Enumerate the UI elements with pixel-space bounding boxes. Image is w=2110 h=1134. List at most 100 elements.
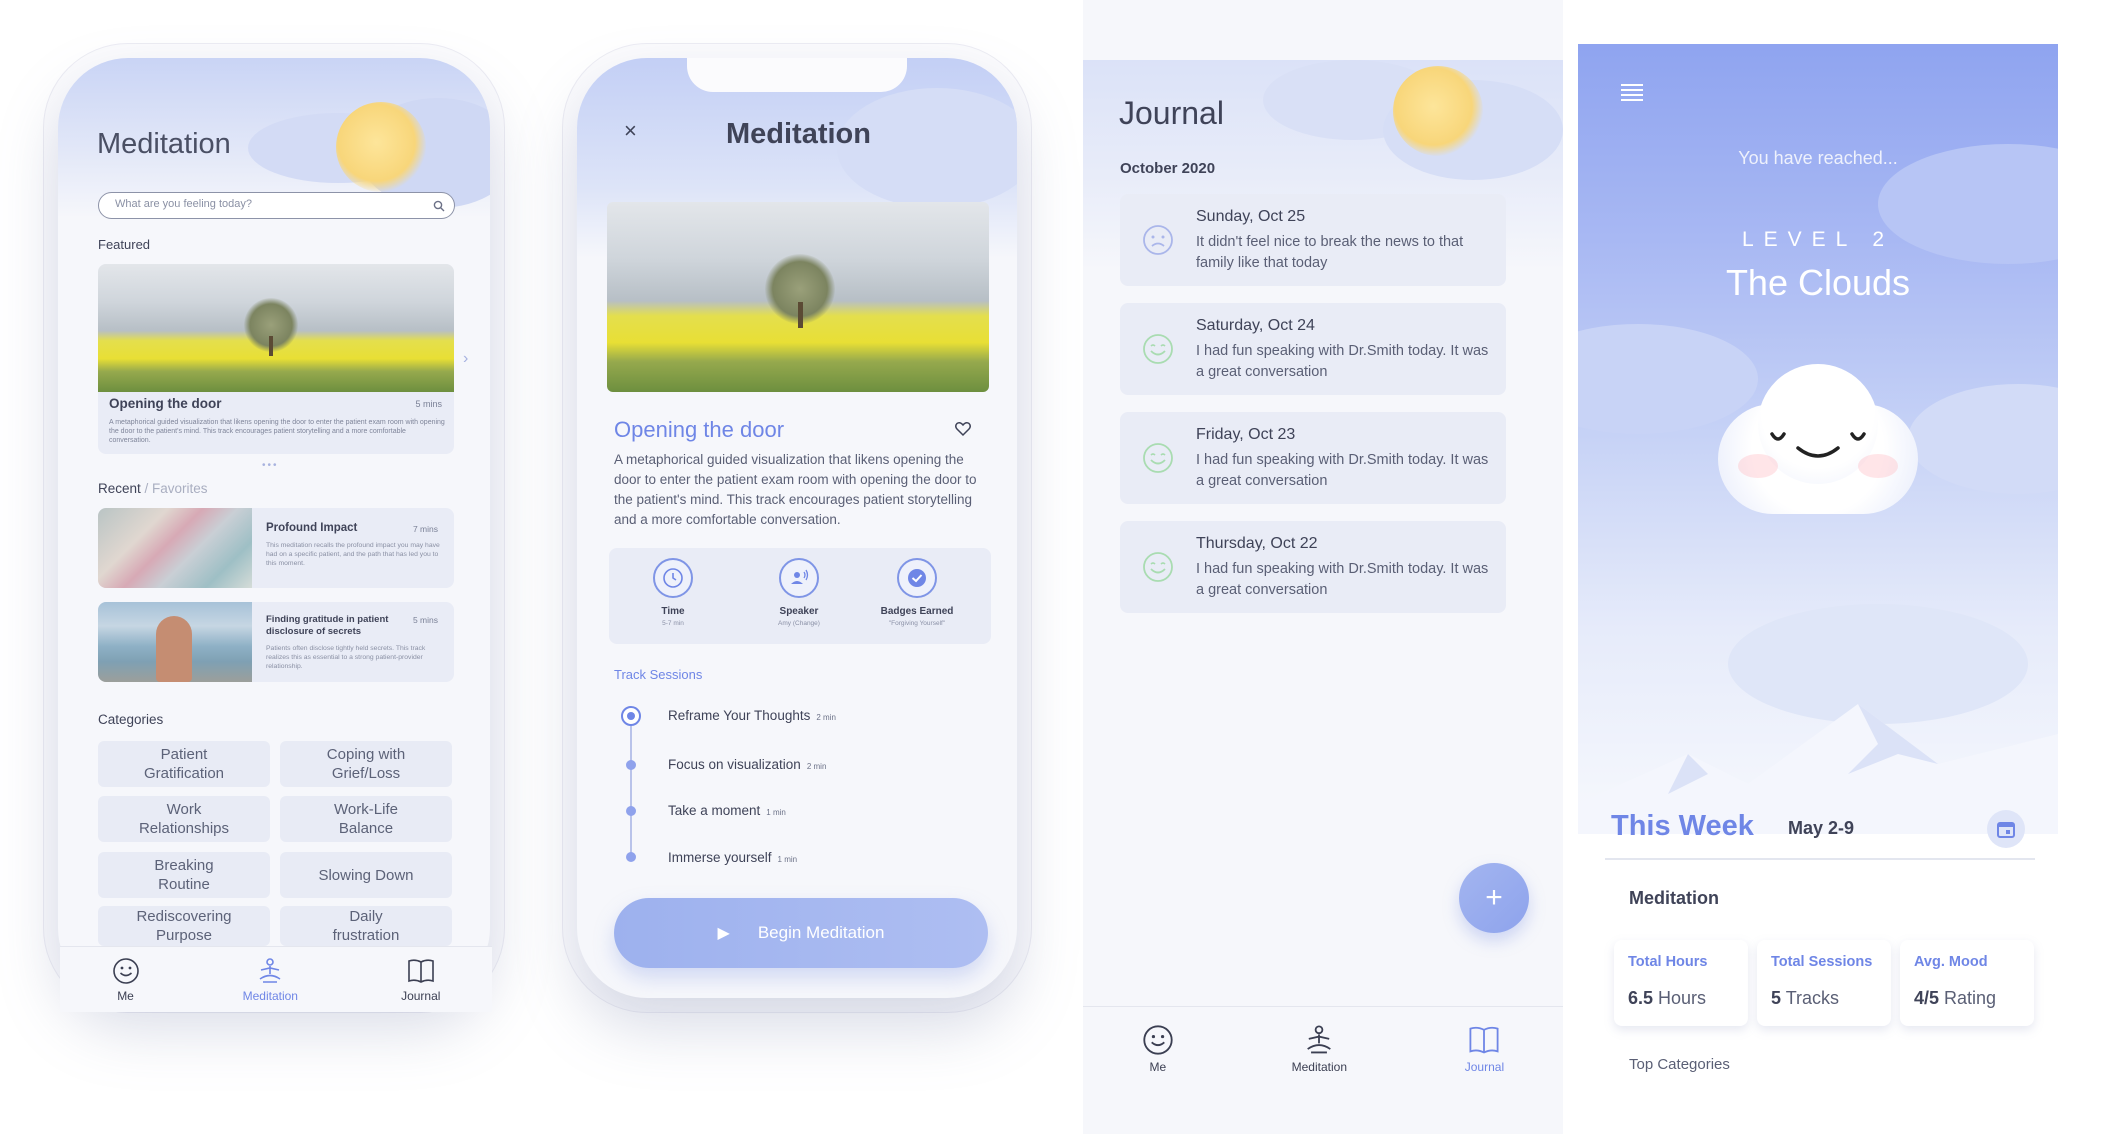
recent-description: This meditation recalls the profound imp…	[266, 542, 440, 567]
journal-entry[interactable]: Saturday, Oct 24 I had fun speaking with…	[1120, 303, 1506, 395]
feature-label: Time	[661, 606, 685, 617]
entry-text: It didn't feel nice to break the news to…	[1196, 234, 1464, 271]
nav-journal[interactable]: Journal	[401, 957, 440, 1003]
session-item[interactable]: Focus on visualization 2 min	[668, 757, 826, 772]
calendar-button[interactable]	[1987, 810, 2025, 848]
journal-entry[interactable]: Friday, Oct 23 I had fun speaking with D…	[1120, 412, 1506, 504]
session-duration: 2 min	[806, 762, 827, 771]
add-entry-button[interactable]: +	[1459, 863, 1529, 933]
happy-face-icon	[1143, 334, 1173, 364]
featured-description: A metaphorical guided visualization that…	[109, 419, 445, 444]
nav-label: Meditation	[1291, 1059, 1347, 1074]
session-name: Reframe Your Thoughts	[668, 708, 811, 723]
nav-label: Me	[117, 988, 134, 1003]
entry-date: Thursday, Oct 22	[1196, 535, 1318, 552]
smiley-icon	[112, 957, 139, 984]
speaker-icon	[791, 569, 809, 584]
featured-duration: 5 mins	[415, 399, 442, 409]
featured-image	[98, 264, 454, 392]
sun-illustration	[336, 102, 426, 192]
nav-label: Me	[1149, 1059, 1167, 1074]
search-placeholder: What are you feeling today?	[115, 198, 252, 210]
journal-entry[interactable]: Thursday, Oct 22 I had fun speaking with…	[1120, 521, 1506, 613]
recent-title: Finding gratitude in patient disclosure …	[266, 614, 389, 637]
category-button[interactable]: Daily frustration	[280, 906, 452, 946]
nav-journal[interactable]: Journal	[1465, 1024, 1504, 1074]
nav-me[interactable]: Me	[112, 957, 140, 1003]
close-icon[interactable]: ×	[624, 118, 637, 144]
search-input[interactable]: What are you feeling today?	[98, 192, 455, 219]
book-icon	[1469, 1026, 1499, 1053]
heart-icon[interactable]	[954, 420, 972, 438]
menu-icon[interactable]	[1621, 84, 1643, 102]
session-current-marker	[621, 706, 641, 726]
book-icon	[407, 958, 434, 983]
nav-label: Meditation	[242, 988, 298, 1003]
recent-tab[interactable]: Recent	[98, 481, 141, 496]
nav-meditation[interactable]: Meditation	[243, 957, 298, 1003]
category-button[interactable]: Rediscovering Purpose	[98, 906, 270, 946]
play-icon: ▶	[717, 925, 730, 942]
list-item[interactable]: Finding gratitude in patient disclosure …	[98, 602, 454, 682]
recent-thumbnail	[98, 508, 252, 588]
stat-card: Avg. Mood 4/5 Rating	[1900, 940, 2034, 1026]
category-button[interactable]: Work-Life Balance	[280, 796, 452, 842]
feature-badges: Badges Earned "Forgiving Yourself"	[867, 558, 967, 627]
happy-face-icon	[1143, 443, 1173, 473]
search-icon[interactable]	[433, 200, 445, 212]
recent-thumbnail	[98, 602, 252, 682]
list-item[interactable]: Profound Impact 7 mins This meditation r…	[98, 508, 454, 588]
session-item[interactable]: Reframe Your Thoughts 2 min	[668, 708, 836, 723]
level-name: The Clouds	[1725, 262, 1911, 303]
stat-value: 5 Tracks	[1771, 988, 1840, 1008]
category-button[interactable]: Coping with Grief/Loss	[280, 741, 452, 787]
feature-speaker[interactable]: Speaker Amy (Change)	[749, 558, 849, 627]
cloud-mascot	[1698, 354, 1938, 524]
favorites-tab[interactable]: / Favorites	[141, 481, 208, 496]
sad-face-icon	[1143, 225, 1173, 255]
category-button[interactable]: Work Relationships	[98, 796, 270, 842]
sessions-heading: Track Sessions	[614, 667, 703, 682]
calendar-icon	[1997, 822, 2015, 838]
bottom-nav: Me Meditation Journal	[60, 946, 492, 1012]
recent-heading: Recent / Favorites	[98, 481, 208, 496]
meditation-icon	[1307, 1024, 1332, 1053]
level-number: LEVEL 2	[1741, 228, 1895, 251]
mountains-illustration	[1578, 704, 2058, 834]
begin-meditation-button[interactable]: ▶ Begin Meditation	[614, 898, 988, 968]
stat-card: Total Hours 6.5 Hours	[1614, 940, 1748, 1026]
plus-icon: +	[1485, 881, 1503, 914]
smiley-icon	[1143, 1024, 1173, 1055]
clock-icon	[663, 568, 683, 588]
track-features: Time 5-7 min Speaker Amy (Change) Badges…	[609, 548, 991, 644]
session-item[interactable]: Immerse yourself 1 min	[668, 850, 797, 865]
reached-text: You have reached...	[1738, 148, 1898, 168]
session-marker	[626, 852, 636, 862]
session-name: Immerse yourself	[668, 850, 772, 865]
nav-me[interactable]: Me	[1142, 1024, 1174, 1074]
stat-value: 6.5 Hours	[1628, 988, 1707, 1008]
category-button[interactable]: Breaking Routine	[98, 852, 270, 898]
category-button[interactable]: Patient Gratification	[98, 741, 270, 787]
stat-label: Avg. Mood	[1914, 954, 1988, 970]
sessions-timeline	[630, 717, 632, 857]
recent-title: Profound Impact	[266, 522, 358, 534]
chevron-right-icon[interactable]: ›	[463, 350, 468, 368]
section-title: Meditation	[1629, 888, 1719, 908]
cloud-face-icon	[1770, 432, 1866, 458]
feature-sub: 5-7 min	[662, 620, 684, 627]
carousel-dots: •••	[262, 460, 279, 471]
entry-date: Friday, Oct 23	[1196, 426, 1296, 443]
stat-label: Total Sessions	[1771, 954, 1873, 970]
top-categories-heading: Top Categories	[1629, 1056, 1730, 1073]
track-title: Opening the door	[614, 417, 785, 442]
session-item[interactable]: Take a moment 1 min	[668, 803, 786, 818]
entry-text: I had fun speaking with Dr.Smith today. …	[1196, 561, 1489, 598]
nav-meditation[interactable]: Meditation	[1292, 1024, 1347, 1074]
stat-card: Total Sessions 5 Tracks	[1757, 940, 1891, 1026]
journal-entry[interactable]: Sunday, Oct 25 It didn't feel nice to br…	[1120, 194, 1506, 286]
featured-card[interactable]: Opening the door 5 mins A metaphorical g…	[98, 264, 454, 454]
entry-text: I had fun speaking with Dr.Smith today. …	[1196, 452, 1489, 489]
category-button[interactable]: Slowing Down	[280, 852, 452, 898]
feature-sub[interactable]: Amy (Change)	[778, 620, 820, 627]
